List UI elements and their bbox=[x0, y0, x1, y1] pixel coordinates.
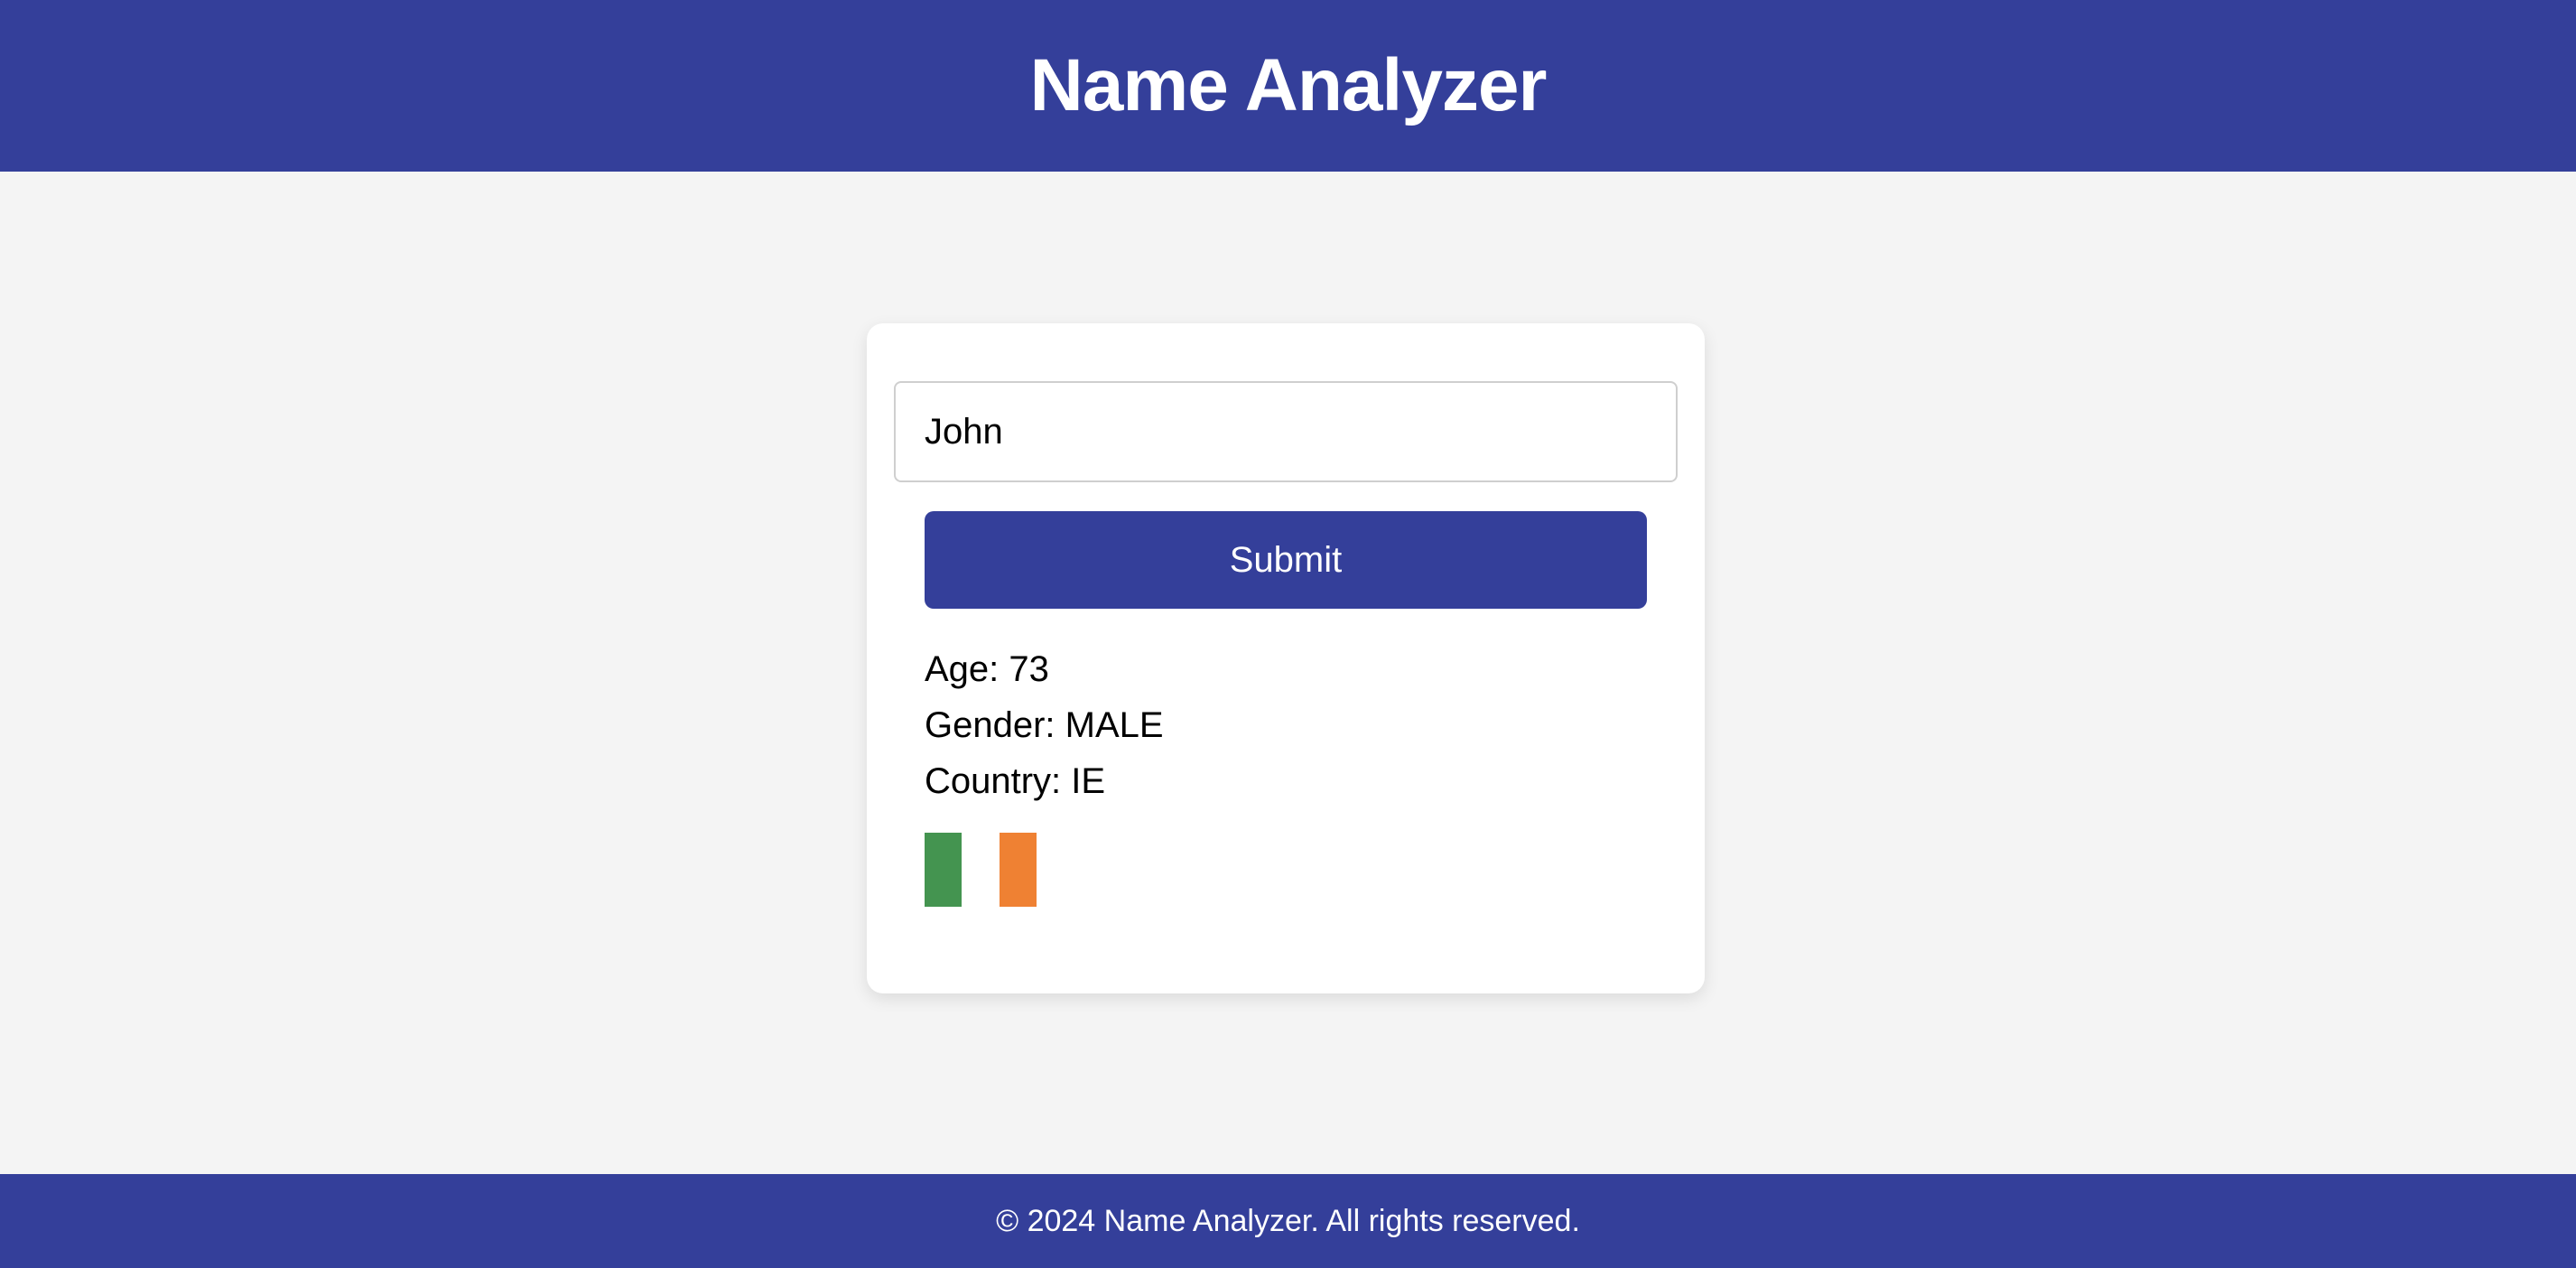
page-title: Name Analyzer bbox=[1029, 44, 1548, 126]
gender-result: Gender: MALE bbox=[925, 705, 1164, 745]
flag-ireland-icon bbox=[925, 833, 1037, 907]
country-result: Country: IE bbox=[925, 761, 1106, 801]
app-footer: © 2024 Name Analyzer. All rights reserve… bbox=[0, 1174, 2576, 1268]
flag-band-green bbox=[925, 833, 963, 907]
submit-button[interactable]: Submit bbox=[925, 511, 1647, 609]
footer-copyright: © 2024 Name Analyzer. All rights reserve… bbox=[996, 1203, 1580, 1238]
age-result: Age: 73 bbox=[925, 649, 1049, 689]
results-panel: Age: 73 Gender: MALE Country: IE bbox=[925, 641, 1164, 809]
app-header: Name Analyzer bbox=[0, 0, 2576, 172]
flag-band-white bbox=[962, 833, 1000, 907]
analyzer-card: Submit Age: 73 Gender: MALE Country: IE bbox=[867, 323, 1705, 993]
name-input[interactable] bbox=[894, 381, 1678, 482]
flag-band-orange bbox=[999, 833, 1037, 907]
